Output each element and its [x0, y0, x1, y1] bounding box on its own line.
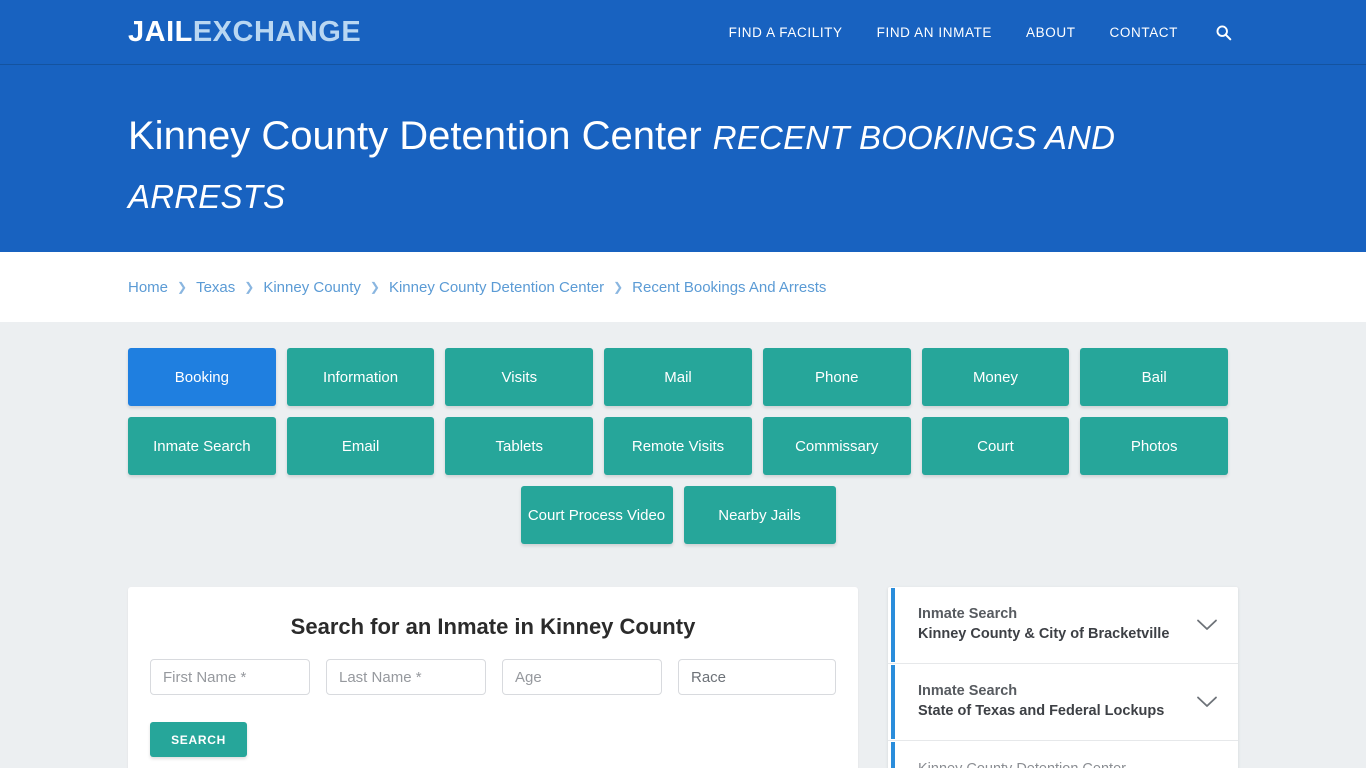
tab-court-process-video[interactable]: Court Process Video — [520, 486, 673, 544]
chevron-right-icon: ❯ — [244, 280, 255, 294]
accordion-item-line1: Kinney County Detention Center — [918, 760, 1184, 768]
tab-visits[interactable]: Visits — [445, 348, 594, 406]
chevron-right-icon: ❯ — [369, 280, 380, 294]
main-content: Booking Information Visits Mail Phone Mo… — [0, 322, 1366, 768]
search-button[interactable]: SEARCH — [150, 722, 247, 757]
facility-tab-row-1: Booking Information Visits Mail Phone Mo… — [128, 348, 1229, 406]
site-header: JAILEXCHANGE FIND A FACILITY FIND AN INM… — [0, 0, 1366, 65]
facility-tab-row-3: Court Process Video Nearby Jails — [128, 486, 1228, 544]
inmate-search-fields: Race — [150, 659, 836, 695]
breadcrumb-bar: Home ❯ Texas ❯ Kinney County ❯ Kinney Co… — [0, 252, 1366, 322]
page-hero: Kinney County Detention Center Recent Bo… — [0, 65, 1366, 252]
accordion-item-text: Kinney County Detention Center Contact I… — [918, 760, 1184, 768]
age-input[interactable] — [502, 659, 662, 695]
breadcrumb-item-current: Recent Bookings And Arrests — [632, 278, 827, 296]
page-title: Kinney County Detention Center Recent Bo… — [128, 107, 1238, 225]
breadcrumb-item-kinney-county-detention-center[interactable]: Kinney County Detention Center — [389, 279, 604, 296]
tab-bail[interactable]: Bail — [1080, 348, 1229, 406]
breadcrumb: Home ❯ Texas ❯ Kinney County ❯ Kinney Co… — [128, 279, 826, 296]
chevron-down-icon[interactable] — [1196, 618, 1218, 632]
tab-email[interactable]: Email — [286, 417, 435, 475]
accordion-item-line2: State of Texas and Federal Lockups — [918, 703, 1165, 719]
tab-remote-visits[interactable]: Remote Visits — [604, 417, 752, 475]
breadcrumb-item-home[interactable]: Home — [128, 279, 168, 296]
inmate-search-card: Search for an Inmate in Kinney County Ra… — [128, 587, 858, 768]
first-name-input[interactable] — [150, 659, 310, 695]
facility-tab-grid: Booking Information Visits Mail Phone Mo… — [128, 348, 1229, 544]
chevron-down-icon[interactable] — [1196, 695, 1218, 709]
accordion-item-contact-information[interactable]: Kinney County Detention Center Contact I… — [888, 741, 1238, 768]
accordion-item-inmate-search-county[interactable]: Inmate Search Kinney County & City of Br… — [888, 587, 1238, 664]
accordion-item-line2: Kinney County & City of Bracketville — [918, 626, 1170, 642]
chevron-right-icon: ❯ — [177, 280, 188, 294]
accordion-item-inmate-search-state[interactable]: Inmate Search State of Texas and Federal… — [888, 664, 1238, 741]
facility-tab-row-2: Inmate Search Email Tablets Remote Visit… — [128, 417, 1229, 475]
chevron-right-icon: ❯ — [613, 280, 624, 294]
tab-inmate-search[interactable]: Inmate Search — [128, 417, 276, 475]
sidebar-accordion: Inmate Search Kinney County & City of Br… — [888, 587, 1238, 768]
search-icon[interactable] — [1195, 24, 1238, 41]
race-select[interactable]: Race — [678, 659, 836, 695]
tab-mail[interactable]: Mail — [604, 348, 752, 406]
accordion-item-line1: Inmate Search — [918, 606, 1018, 623]
tab-court[interactable]: Court — [921, 417, 1070, 475]
breadcrumb-item-texas[interactable]: Texas — [196, 279, 235, 296]
main-navigation: FIND A FACILITY FIND AN INMATE ABOUT CON… — [712, 24, 1238, 41]
accordion-item-text: Inmate Search Kinney County & City of Br… — [918, 605, 1184, 644]
tab-photos[interactable]: Photos — [1080, 417, 1229, 475]
inmate-search-title: Search for an Inmate in Kinney County — [290, 614, 696, 639]
last-name-input[interactable] — [326, 659, 486, 695]
tab-information[interactable]: Information — [286, 348, 435, 406]
nav-item-about[interactable]: ABOUT — [1009, 25, 1093, 40]
tab-commissary[interactable]: Commissary — [762, 417, 911, 475]
tab-booking[interactable]: Booking — [128, 348, 276, 406]
logo-secondary-text: EXCHANGE — [192, 15, 362, 48]
page-title-main: Kinney County Detention Center — [128, 114, 702, 158]
content-columns: Search for an Inmate in Kinney County Ra… — [128, 587, 1238, 768]
logo-primary-text: JAIL — [128, 15, 193, 48]
accordion-item-text: Inmate Search State of Texas and Federal… — [918, 682, 1184, 721]
nav-item-find-a-facility[interactable]: FIND A FACILITY — [712, 25, 860, 40]
tab-money[interactable]: Money — [921, 348, 1070, 406]
breadcrumb-item-kinney-county[interactable]: Kinney County — [263, 279, 361, 296]
tab-tablets[interactable]: Tablets — [445, 417, 594, 475]
nav-item-contact[interactable]: CONTACT — [1093, 25, 1195, 40]
accordion-item-line1: Inmate Search — [918, 683, 1018, 700]
site-logo[interactable]: JAILEXCHANGE — [128, 15, 362, 48]
tab-phone[interactable]: Phone — [762, 348, 911, 406]
tab-nearby-jails[interactable]: Nearby Jails — [683, 486, 836, 544]
nav-item-find-an-inmate[interactable]: FIND AN INMATE — [860, 25, 1009, 40]
